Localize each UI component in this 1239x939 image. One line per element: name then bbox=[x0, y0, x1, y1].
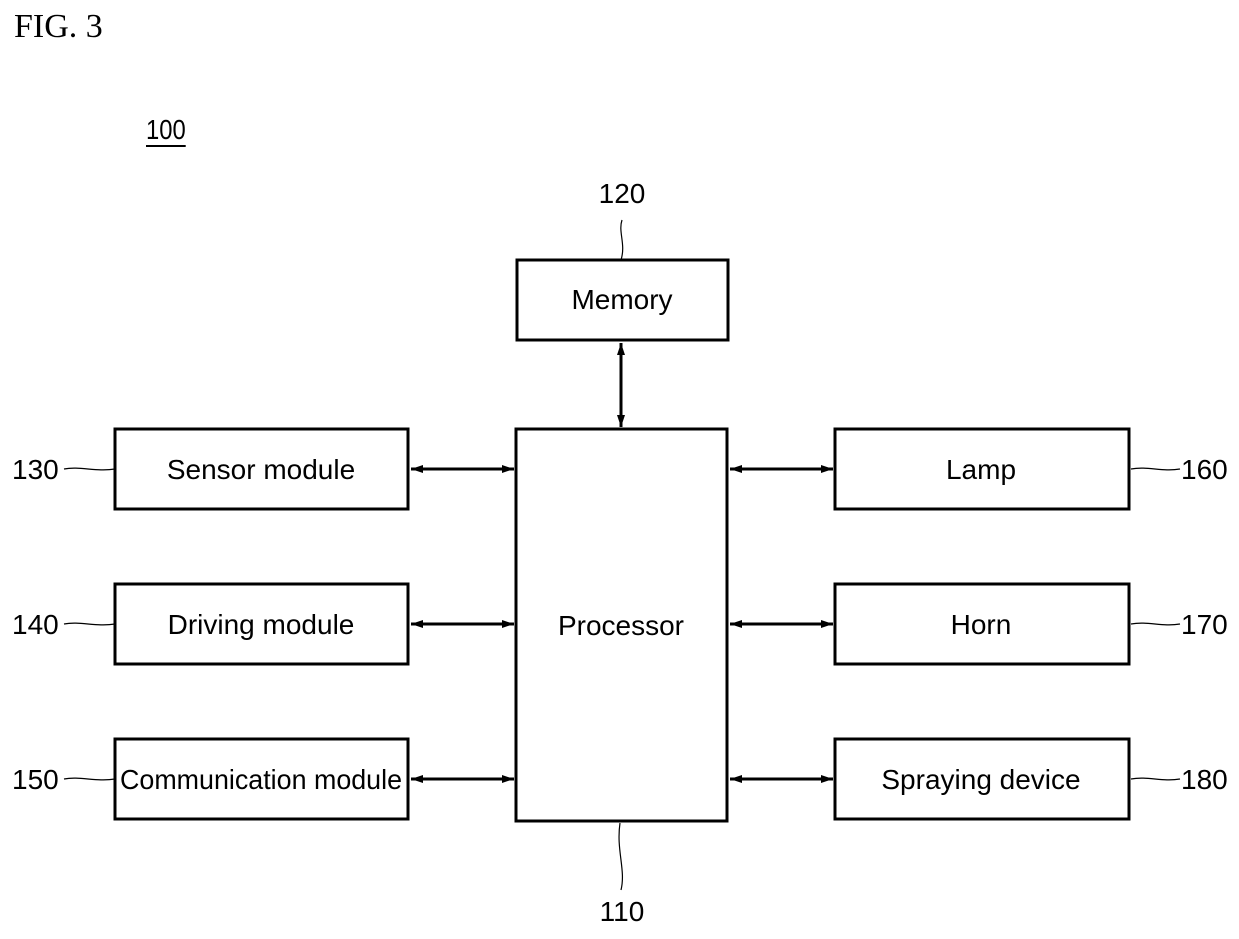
memory-label: Memory bbox=[571, 284, 672, 315]
spraying-device-block: Spraying device bbox=[833, 737, 1131, 821]
sensor-module-leader-line bbox=[63, 467, 116, 471]
driving-module-block: Driving module bbox=[113, 582, 410, 666]
sensor-module-ref: 130 bbox=[12, 454, 59, 485]
communication-module-leader-line bbox=[63, 777, 116, 781]
lamp-label: Lamp bbox=[946, 454, 1016, 485]
sensor-module-block: Sensor module bbox=[113, 427, 410, 511]
spraying-device-leader-line bbox=[1130, 777, 1181, 781]
communication-module-block: Communication module bbox=[113, 737, 410, 821]
lamp-leader-line bbox=[1130, 467, 1181, 471]
processor-leader-line bbox=[618, 822, 624, 891]
sensor-module-label: Sensor module bbox=[167, 454, 355, 485]
processor-ref: 110 bbox=[600, 896, 645, 927]
communication-module-ref: 150 bbox=[12, 764, 59, 795]
processor-label: Processor bbox=[558, 610, 684, 641]
lamp-block: Lamp bbox=[833, 427, 1131, 511]
spraying-device-label: Spraying device bbox=[881, 764, 1080, 795]
horn-label: Horn bbox=[951, 609, 1012, 640]
lamp-ref: 160 bbox=[1181, 454, 1228, 485]
block-diagram: Memory 120 Processor 110 Sensor module 1… bbox=[12, 178, 1228, 927]
memory-ref: 120 bbox=[599, 178, 646, 209]
driving-module-label: Driving module bbox=[168, 609, 355, 640]
horn-block: Horn bbox=[833, 582, 1131, 666]
driving-module-ref: 140 bbox=[12, 609, 59, 640]
communication-module-label: Communication module bbox=[120, 764, 402, 795]
horn-ref: 170 bbox=[1181, 609, 1228, 640]
spraying-device-ref: 180 bbox=[1181, 764, 1228, 795]
memory-leader-line bbox=[620, 219, 624, 261]
horn-leader-line bbox=[1130, 622, 1181, 626]
processor-block: Processor bbox=[514, 427, 729, 823]
driving-module-leader-line bbox=[63, 622, 116, 626]
memory-block: Memory bbox=[515, 258, 730, 342]
